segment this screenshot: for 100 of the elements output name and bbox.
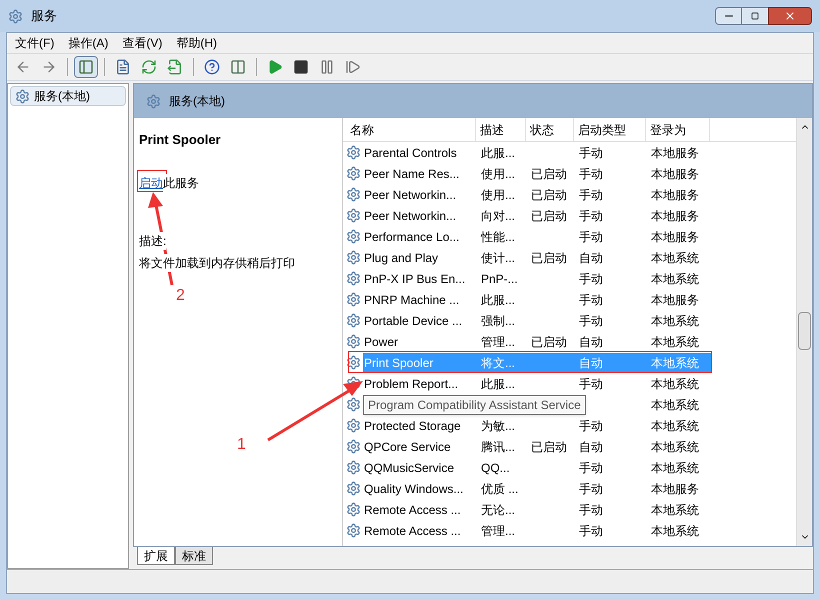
table-cell-text: PNRP Machine ... (363, 292, 460, 308)
table-cell-text: 使计... (480, 250, 516, 266)
table-cell-text: 手动 (578, 166, 604, 182)
table-cell-text: 手动 (578, 292, 604, 308)
service-icon (346, 481, 361, 496)
table-cell-text: 本地服务 (650, 208, 700, 224)
table-cell-text: 已启动 (530, 208, 568, 224)
table-cell-text: Peer Networkin... (363, 186, 458, 204)
table-cell-text: 已启动 (530, 250, 568, 266)
table-cell-text: PnP-... (480, 270, 519, 288)
table-cell-text: 手动 (578, 228, 604, 246)
table-cell-text: 本地服务 (650, 480, 700, 498)
table-cell-text: Problem Report... (363, 376, 460, 392)
table-cell-text: 手动 (578, 480, 604, 498)
table-cell-text: Plug and Play (363, 250, 440, 266)
service-icon (346, 355, 361, 370)
table-cell-text: 本地系统 (650, 438, 700, 456)
table-cell-text: PnP-X IP Bus En... (363, 270, 466, 288)
table-row[interactable]: Quality Windows... 优质 ... 手动 本地服务 (343, 478, 796, 499)
table-cell-text: 已启动 (530, 186, 568, 204)
table-cell-text: Parental Controls (363, 144, 458, 162)
table-row[interactable]: PNRP Machine ... 此服... 手动 本地服务 (343, 289, 796, 310)
tree-panel-icon[interactable] (74, 56, 98, 78)
table-cell-text: 为敏... (480, 418, 516, 434)
table-cell-text: 此服... (480, 376, 516, 392)
menu-item[interactable]: 操作(A) (68, 34, 108, 52)
table-cell-text: 手动 (578, 186, 604, 204)
table-cell-text: QQ... (480, 460, 511, 476)
service-icon (346, 250, 361, 265)
tree-item[interactable]: 服务(本地) (10, 86, 126, 106)
table-cell-text: 本地服务 (650, 228, 700, 246)
scrollbar[interactable] (796, 118, 812, 546)
column-header[interactable]: 状态 (526, 118, 574, 141)
table-cell-text: Portable Device ... (363, 312, 464, 330)
table-row[interactable]: Protected Storage 为敏... 手动 本地系统 (343, 415, 796, 436)
table-cell-text: 管理... (480, 522, 516, 540)
table-cell-text: Remote Access ... (363, 522, 462, 540)
table-row[interactable]: Peer Networkin... 向对... 已启动 手动 本地服务 (343, 205, 796, 226)
table-cell-text: Power (363, 334, 400, 350)
table-cell-text: 本地系统 (650, 376, 700, 392)
table-row[interactable]: QPCore Service 腾讯... 已启动 自动 本地系统 (343, 436, 796, 457)
service-icon (346, 502, 361, 517)
service-icon (346, 523, 361, 538)
table-cell-text: 本地系统 (650, 396, 700, 414)
table-row[interactable]: Peer Networkin... 使用... 已启动 手动 本地服务 (343, 184, 796, 205)
table-cell-text: 优质 ... (480, 480, 520, 498)
service-icon (346, 292, 361, 307)
table-row[interactable]: Remote Access ... 管理... 手动 本地系统 (343, 520, 796, 541)
service-icon (346, 313, 361, 328)
table-cell-text: 自动 (578, 250, 604, 266)
scroll-thumb[interactable] (798, 312, 811, 350)
table-cell-text: 本地系统 (650, 270, 700, 288)
table-cell-text: 此服... (480, 144, 516, 162)
table-cell-text: 手动 (578, 522, 604, 540)
table-cell-text: 已启动 (530, 334, 568, 350)
service-icon (346, 187, 361, 202)
close-button[interactable] (768, 7, 812, 25)
table-row[interactable]: PnP-X IP Bus En... PnP-... 手动 本地系统 (343, 268, 796, 289)
app-icon (8, 8, 23, 24)
view-tab[interactable]: 标准 (175, 547, 213, 565)
view-tab[interactable]: 扩展 (137, 547, 175, 565)
table-row[interactable]: Problem Report... 此服... 手动 本地系统 (343, 373, 796, 394)
column-header[interactable]: 启动类型 (574, 118, 646, 141)
table-cell-text: 手动 (578, 502, 604, 518)
column-header[interactable]: 登录为 (646, 118, 710, 141)
table-cell-text: 使用... (480, 166, 516, 182)
service-icon (346, 208, 361, 223)
table-cell-text: 自动 (578, 354, 604, 372)
table-row[interactable]: Performance Lo... 性能... 手动 本地服务 (343, 226, 796, 247)
tooltip: Program Compatibility Assistant Service (363, 395, 586, 415)
menu-item[interactable]: 文件(F) (15, 34, 54, 52)
table-cell-text: 手动 (578, 376, 604, 392)
table-cell-text: Peer Name Res... (363, 166, 460, 182)
table-cell-text: Performance Lo... (363, 228, 460, 246)
table-row[interactable]: Peer Name Res... 使用... 已启动 手动 本地服务 (343, 163, 796, 184)
table-cell-text: Quality Windows... (363, 480, 464, 498)
table-row[interactable]: Portable Device ... 强制... 手动 本地系统 (343, 310, 796, 331)
column-header[interactable]: 名称 (346, 118, 476, 141)
table-cell-text: 自动 (578, 334, 604, 350)
table-row[interactable]: Plug and Play 使计... 已启动 自动 本地系统 (343, 247, 796, 268)
table-cell-text: Remote Access ... (363, 502, 462, 518)
table-row[interactable]: Parental Controls 此服... 手动 本地服务 (343, 142, 796, 163)
action-text: 此服务 (163, 174, 199, 192)
annotation-number: 2 (176, 286, 185, 306)
menu-item[interactable]: 帮助(H) (176, 34, 217, 52)
table-cell-text: 已启动 (530, 438, 568, 456)
table-cell-text: 手动 (578, 460, 604, 476)
table-cell-text: 将文... (480, 354, 516, 372)
service-icon (346, 145, 361, 160)
menu-item[interactable]: 查看(V) (122, 34, 162, 52)
maximize-button[interactable] (742, 7, 768, 25)
table-cell-text: 强制... (480, 312, 516, 330)
table-cell-text: 本地服务 (650, 166, 700, 182)
table-row[interactable]: Power 管理... 已启动 自动 本地系统 (343, 331, 796, 352)
table-row[interactable]: QQMusicService QQ... 手动 本地系统 (343, 457, 796, 478)
start-link[interactable]: 启动 (139, 174, 163, 192)
table-cell-text: 已启动 (530, 166, 568, 182)
column-header[interactable]: 描述 (476, 118, 526, 141)
table-row[interactable]: Remote Access ... 无论... 手动 本地系统 (343, 499, 796, 520)
table-cell-text: 手动 (578, 312, 604, 330)
